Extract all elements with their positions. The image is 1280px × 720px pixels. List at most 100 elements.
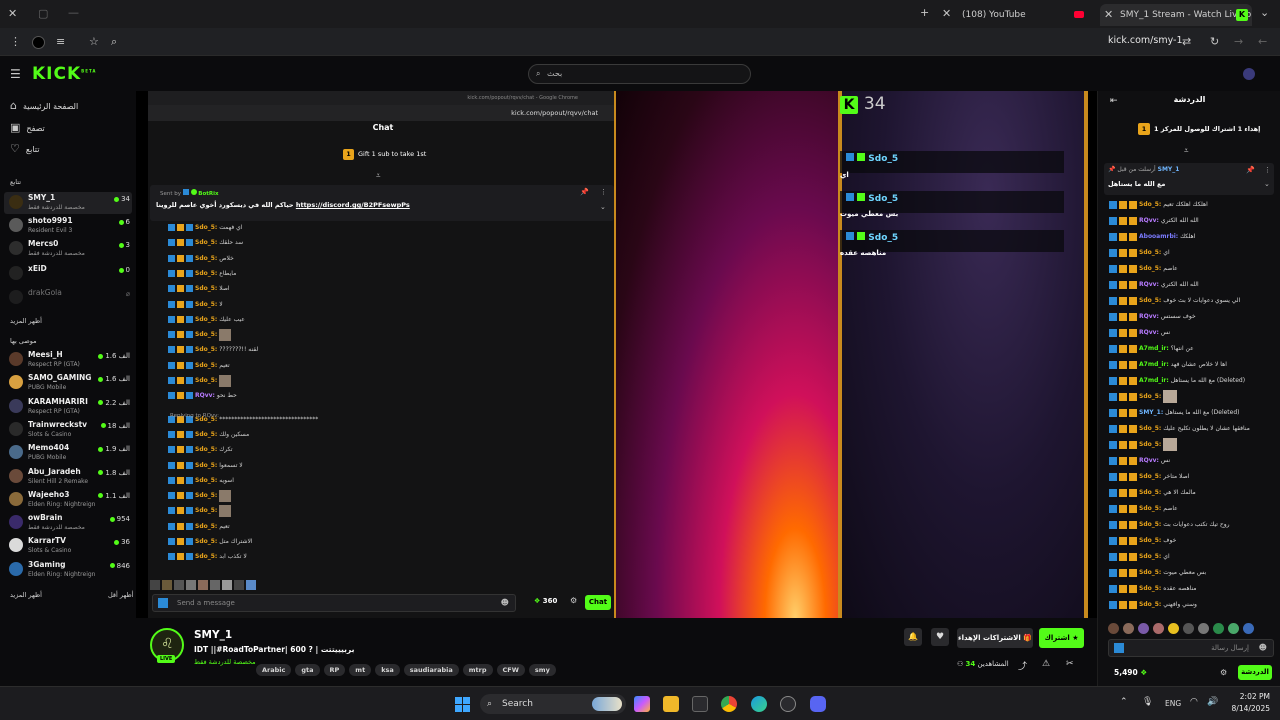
user-avatar[interactable] xyxy=(1243,68,1255,80)
sidebar-channel-mercs0[interactable]: Mercs0 مخصصة للدردشة فقط 3 xyxy=(4,238,132,260)
sidebar-recommended-channel[interactable]: Meesi_H Respect RP (GTA) 1.6 الف xyxy=(4,349,132,371)
popout-message-input[interactable]: Send a message ☻ xyxy=(152,594,516,612)
site-settings-icon[interactable]: ⇄ xyxy=(1182,35,1191,49)
emoji-icon[interactable]: ☻ xyxy=(1259,640,1267,656)
stream-tag[interactable]: Arabic xyxy=(256,664,292,676)
sidebar-recommended-channel[interactable]: Abu_Jaradeh Silent Hill 2 Remake 1.8 الف xyxy=(4,466,132,488)
video-player[interactable]: kick.com/popout/rqvv/chat - Google Chrom… xyxy=(136,91,1097,618)
chat-settings-icon[interactable]: ⚙ xyxy=(1220,668,1227,677)
close-window-icon[interactable]: ✕ xyxy=(8,7,17,21)
sidebar-recommended-channel[interactable]: Trainwreckstv Slots & Casino 18 الف xyxy=(4,419,132,441)
chrome-icon[interactable] xyxy=(721,696,737,712)
menu-dots-icon[interactable]: ⋮ xyxy=(10,35,21,49)
notification-bell-icon[interactable]: 🔔 xyxy=(904,628,922,646)
chat-message-input[interactable]: إرسال رسالة ☻ xyxy=(1108,639,1274,657)
restore-icon[interactable]: ▢ xyxy=(38,7,48,21)
minimize-icon[interactable]: — xyxy=(68,6,79,20)
sidebar-recommended-channel[interactable]: KarrarTV Slots & Casino 36 xyxy=(4,535,132,557)
edge-icon[interactable] xyxy=(751,696,767,712)
close-tab-icon[interactable]: ✕ xyxy=(1104,8,1113,22)
stream-tag[interactable]: mtrp xyxy=(462,664,493,676)
file-explorer-icon[interactable] xyxy=(663,696,679,712)
volume-icon[interactable]: 🔊 xyxy=(1207,697,1218,707)
tray-chevron-icon[interactable]: ⌃ xyxy=(1120,697,1128,707)
sidebar-channel-drakgola[interactable]: drakGola ⌀ xyxy=(4,287,132,309)
follow-heart-icon[interactable]: ♥ xyxy=(931,628,949,646)
nav-home[interactable]: ⌂ الصفحة الرئيسية xyxy=(10,99,130,113)
store-icon[interactable] xyxy=(692,696,708,712)
chevron-down-icon[interactable]: ⌄ xyxy=(1264,180,1270,188)
sidebar-channel-xeid[interactable]: xEiD 0 xyxy=(4,263,132,285)
sidebar-channel-smy1[interactable]: SMY_1 مخصصة للدردشة فقط 34 xyxy=(4,192,132,214)
show-less-recommended[interactable]: أظهر أقل xyxy=(108,591,133,599)
windows-start-icon[interactable] xyxy=(455,697,470,712)
new-tab-icon[interactable]: + xyxy=(920,6,929,20)
clock-time[interactable]: 2:02 PM xyxy=(1232,692,1270,701)
pin-icon: 📌 xyxy=(1108,166,1116,173)
back-icon[interactable]: ← xyxy=(1258,35,1267,49)
nav-following[interactable]: ♡ تتابع xyxy=(10,142,130,156)
unpin-icon[interactable]: 📌 xyxy=(1246,166,1255,174)
show-more-recommended[interactable]: أظهر المزيد xyxy=(10,591,42,599)
bookmark-star-icon[interactable]: ☆ xyxy=(89,35,99,49)
stream-tag[interactable]: gta xyxy=(295,664,320,676)
popout-collapse-icon[interactable]: ⩡ xyxy=(376,171,381,181)
nav-browse[interactable]: ▣ تصفح xyxy=(10,121,130,135)
discord-icon[interactable] xyxy=(810,696,826,712)
stream-tag[interactable]: ksa xyxy=(375,664,400,676)
stream-tag[interactable]: smy xyxy=(528,664,556,676)
profile-avatar[interactable] xyxy=(32,36,45,49)
settings-app-icon[interactable] xyxy=(780,696,796,712)
chat-send-button[interactable]: الدردشة xyxy=(1238,665,1272,680)
page-search-icon[interactable]: ⌕ xyxy=(111,35,117,49)
forward-icon[interactable]: → xyxy=(1234,35,1243,49)
stream-tag[interactable]: mt xyxy=(349,664,372,676)
sidebar-recommended-channel[interactable]: SAMO_GAMING PUBG Mobile 1.6 الف xyxy=(4,372,132,394)
microphone-icon[interactable]: 🎙 xyxy=(1142,697,1153,707)
chat-points[interactable]: 5,490 ❖ xyxy=(1114,668,1147,677)
sidebar-recommended-channel[interactable]: KARAMHARIRI Respect RP (GTA) 2.2 الف xyxy=(4,396,132,418)
subscribe-button[interactable]: اشتراك ★ xyxy=(1039,628,1084,648)
more-options-icon[interactable]: ⋮ xyxy=(600,188,607,196)
sidebar-channel-shoto9991[interactable]: shoto9991 Resident Evil 3 6 xyxy=(4,215,132,237)
kick-logo[interactable]: KICKBETA xyxy=(32,64,96,84)
sidebar-recommended-channel[interactable]: Wajeeho3 Elden Ring: Nightreign 1.1 الف xyxy=(4,489,132,511)
more-options-icon[interactable]: ⋮ xyxy=(1264,166,1271,174)
popout-chat-button[interactable]: Chat xyxy=(585,595,611,610)
tab-search-icon[interactable]: ≡ xyxy=(56,35,65,49)
hamburger-menu-icon[interactable]: ☰ xyxy=(10,67,21,81)
gift-subs-button[interactable]: الاشتراكات الإهداء 🎁 xyxy=(957,628,1033,648)
reload-icon[interactable]: ↻ xyxy=(1210,35,1219,49)
sidebar-recommended-channel[interactable]: Memo404 PUBG Mobile 1.9 الف xyxy=(4,442,132,464)
share-icon[interactable]: ⤴ xyxy=(1018,659,1027,672)
show-more-following[interactable]: أظهر المزيد xyxy=(10,317,42,325)
url-text[interactable]: kick.com/smy-1 xyxy=(1108,35,1183,46)
report-icon[interactable]: ⚠ xyxy=(1042,659,1050,669)
sidebar-recommended-channel[interactable]: owBrain مخصصة للدردشة فقط 954 xyxy=(4,512,132,534)
sidebar-recommended-channel[interactable]: 3Gaming Elden Ring: Nightreign 846 xyxy=(4,559,132,581)
tab-kick-stream[interactable]: ✕ SMY_1 Stream - Watch Live on K xyxy=(1100,4,1252,26)
chevron-down-icon[interactable]: ⌄ xyxy=(600,203,606,211)
badge-icon xyxy=(186,224,193,231)
clock-date[interactable]: 8/14/2025 xyxy=(1228,704,1270,713)
stream-tag[interactable]: RP xyxy=(323,664,346,676)
pin-icon[interactable]: 📌 xyxy=(580,188,589,196)
copilot-icon[interactable] xyxy=(634,696,650,712)
clip-icon[interactable]: ✂ xyxy=(1066,659,1074,669)
close-tab-icon[interactable]: ✕ xyxy=(942,7,951,21)
stream-category[interactable]: مخصصة للدردشة فقط xyxy=(194,658,256,666)
chat-gift-banner[interactable]: 1 إهداء 1 اشتراك للوصول للمركز 1 xyxy=(1138,123,1260,135)
stream-tag[interactable]: saudiarabia xyxy=(403,664,459,676)
language-indicator[interactable]: ENG xyxy=(1165,699,1181,708)
wifi-icon[interactable]: ◠ xyxy=(1190,697,1198,707)
popout-settings-icon[interactable]: ⚙ xyxy=(570,596,577,605)
discord-link[interactable]: https://discord.gg/B2PFsewpPs xyxy=(296,201,410,209)
taskbar-search[interactable]: ⌕ Search xyxy=(480,694,626,714)
tab-youtube[interactable]: (108) YouTube xyxy=(958,4,1088,26)
stream-tag[interactable]: CFW xyxy=(496,664,525,676)
expand-chevron-icon[interactable]: ⩡ xyxy=(1184,146,1189,156)
tab-list-chevron-icon[interactable]: ⌄ xyxy=(1260,6,1269,20)
search-input[interactable]: ⌕ بحث xyxy=(528,64,751,84)
streamer-name[interactable]: SMY_1 xyxy=(194,629,232,641)
emoji-icon[interactable]: ☻ xyxy=(501,595,509,611)
